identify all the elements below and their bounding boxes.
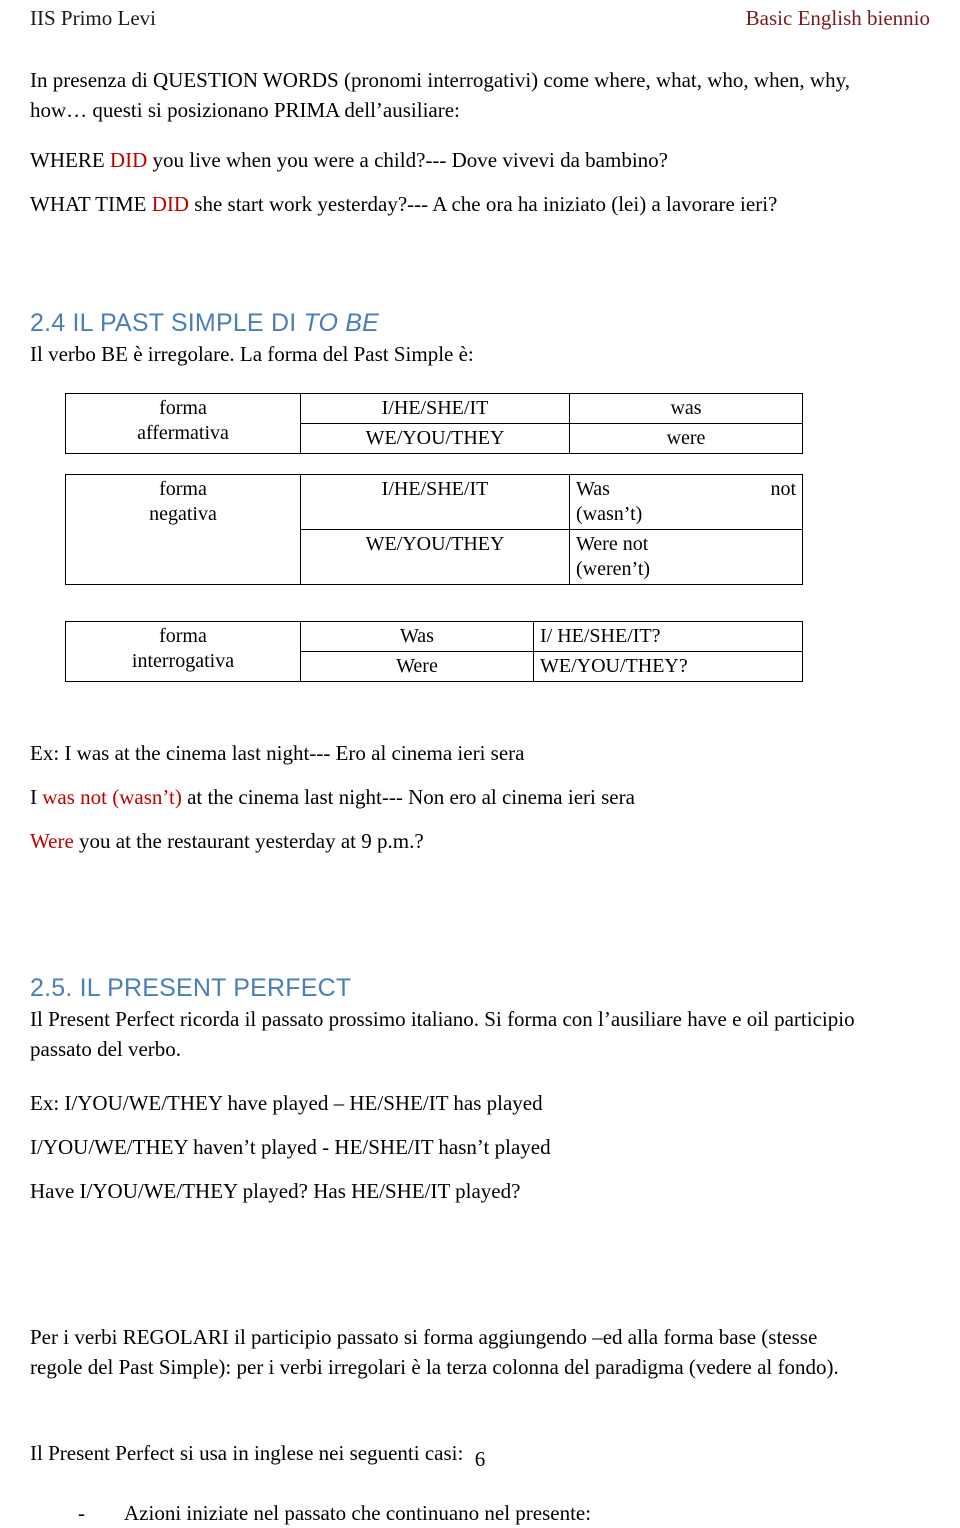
negativa-label-cell: forma negativa: [65, 474, 301, 585]
intro-example-2-highlight: DID: [151, 192, 190, 216]
intro-paragraph-line-1: In presenza di QUESTION WORDS (pronomi i…: [30, 68, 850, 92]
affermativa-label-line-2: affermativa: [137, 422, 229, 444]
intro-example-2-suffix: she start work yesterday?--- A che ora h…: [189, 192, 778, 216]
interrogativa-label-cell: forma interrogativa: [65, 621, 301, 682]
table-forma-negativa: forma negativa I/HE/SHE/IT Was not (wasn…: [65, 474, 803, 585]
be-example-3: Were you at the restaurant yesterday at …: [30, 826, 930, 856]
negativa-verb-2-contraction: (weren’t): [576, 558, 651, 580]
interrogativa-label-line-1: forma: [159, 625, 207, 647]
section-2-4-lead: Il verbo BE è irregolare. La forma del P…: [30, 342, 474, 366]
section-heading-2-5: 2.5. IL PRESENT PERFECT: [30, 972, 930, 1004]
be-example-3-suffix: you at the restaurant yesterday at 9 p.m…: [73, 829, 424, 853]
table-row: forma affermativa I/HE/SHE/IT was: [65, 393, 803, 454]
table-row: forma negativa I/HE/SHE/IT Was not (wasn…: [65, 474, 803, 585]
section-2-5-lead-line-2: passato del verbo.: [30, 1037, 182, 1061]
table-row: forma interrogativa Was I/ HE/SHE/IT?: [65, 621, 803, 682]
section-2-4-title: IL PAST SIMPLE DI: [72, 309, 304, 337]
header-school-name: IIS Primo Levi: [30, 6, 156, 30]
regular-verbs-note-line-2: regole del Past Simple): per i verbi irr…: [30, 1355, 839, 1379]
intro-example-1-prefix: WHERE: [30, 148, 110, 172]
negativa-pronouns-1: I/HE/SHE/IT: [300, 474, 570, 530]
be-example-1: Ex: I was at the cinema last night--- Er…: [30, 741, 525, 765]
intro-example-2: WHAT TIME DID she start work yesterday?-…: [30, 189, 930, 219]
present-perfect-example-3: Have I/YOU/WE/THEY played? Has HE/SHE/IT…: [30, 1179, 521, 1203]
be-example-2-suffix: at the cinema last night--- Non ero al c…: [181, 785, 635, 809]
section-2-5-number: 2.5.: [30, 974, 80, 1002]
negativa-verb-1-word: Was: [576, 478, 610, 500]
page-number: 6: [474, 1447, 486, 1471]
be-example-3-highlight: Were: [30, 829, 74, 853]
negativa-pronouns-2: WE/YOU/THEY: [300, 529, 570, 585]
regular-verbs-note-line-1: Per i verbi REGOLARI il participio passa…: [30, 1325, 818, 1349]
interrogativa-pronouns-2: WE/YOU/THEY?: [533, 651, 803, 682]
negativa-label-line-2: negativa: [149, 503, 217, 525]
present-perfect-example-1: Ex: I/YOU/WE/THEY have played – HE/SHE/I…: [30, 1091, 543, 1115]
affermativa-label-cell: forma affermativa: [65, 393, 301, 454]
section-2-4-number: 2.4: [30, 309, 73, 337]
document-header: IIS Primo Levi Basic English biennio: [30, 0, 930, 41]
table-forma-affermativa: forma affermativa I/HE/SHE/IT was WE/YOU…: [65, 393, 803, 454]
section-2-4-title-italic: TO BE: [303, 309, 380, 337]
affermativa-pronouns-2: WE/YOU/THEY: [300, 423, 570, 454]
document-page: IIS Primo Levi Basic English biennio In …: [0, 0, 960, 1525]
interrogativa-pronouns-1: I/ HE/SHE/IT?: [533, 621, 803, 652]
bullet-item-label: Azioni iniziate nel passato che continua…: [124, 1501, 592, 1525]
negativa-verb-2-word: Were not: [576, 533, 649, 555]
table-forma-interrogativa: forma interrogativa Was I/ HE/SHE/IT? We…: [65, 621, 803, 682]
negativa-verb-2: Were not (weren’t): [569, 529, 803, 585]
affermativa-label-line-1: forma: [159, 397, 207, 419]
bullet-dash-marker: -: [78, 1501, 85, 1525]
affermativa-verb-2: were: [569, 423, 803, 454]
be-example-2-highlight: was not (wasn’t): [42, 785, 182, 809]
negativa-verb-1-spread: Was not: [576, 477, 796, 502]
negativa-verb-1-contraction: (wasn’t): [576, 503, 643, 525]
header-course-name: Basic English biennio: [745, 6, 930, 30]
be-example-2-prefix: I: [30, 785, 43, 809]
be-example-2: I was not (wasn’t) at the cinema last ni…: [30, 782, 930, 812]
intro-paragraph-line-2: how… questi si posizionano PRIMA dell’au…: [30, 98, 460, 122]
intro-example-2-prefix: WHAT TIME: [30, 192, 152, 216]
section-heading-2-4: 2.4 IL PAST SIMPLE DI TO BE: [30, 307, 930, 339]
interrogativa-verb-1: Was: [300, 621, 534, 652]
interrogativa-label-line-2: interrogativa: [131, 650, 235, 672]
negativa-verb-1: Was not (wasn’t): [569, 474, 803, 530]
affermativa-pronouns-1: I/HE/SHE/IT: [300, 393, 570, 424]
affermativa-verb-1: was: [569, 393, 803, 424]
interrogativa-verb-2: Were: [300, 651, 534, 682]
section-2-5-lead-line-1: Il Present Perfect ricorda il passato pr…: [30, 1007, 855, 1031]
list-item: - Azioni iniziate nel passato che contin…: [78, 1498, 930, 1528]
intro-example-1-highlight: DID: [109, 148, 148, 172]
negativa-verb-1-not: not: [770, 478, 796, 500]
negativa-label-line-1: forma: [159, 478, 207, 500]
intro-example-1-suffix: you live when you were a child?--- Dove …: [147, 148, 668, 172]
present-perfect-example-2: I/YOU/WE/THEY haven’t played - HE/SHE/IT…: [30, 1135, 551, 1159]
intro-example-1: WHERE DID you live when you were a child…: [30, 145, 930, 175]
section-2-5-title: IL PRESENT PERFECT: [79, 974, 352, 1002]
